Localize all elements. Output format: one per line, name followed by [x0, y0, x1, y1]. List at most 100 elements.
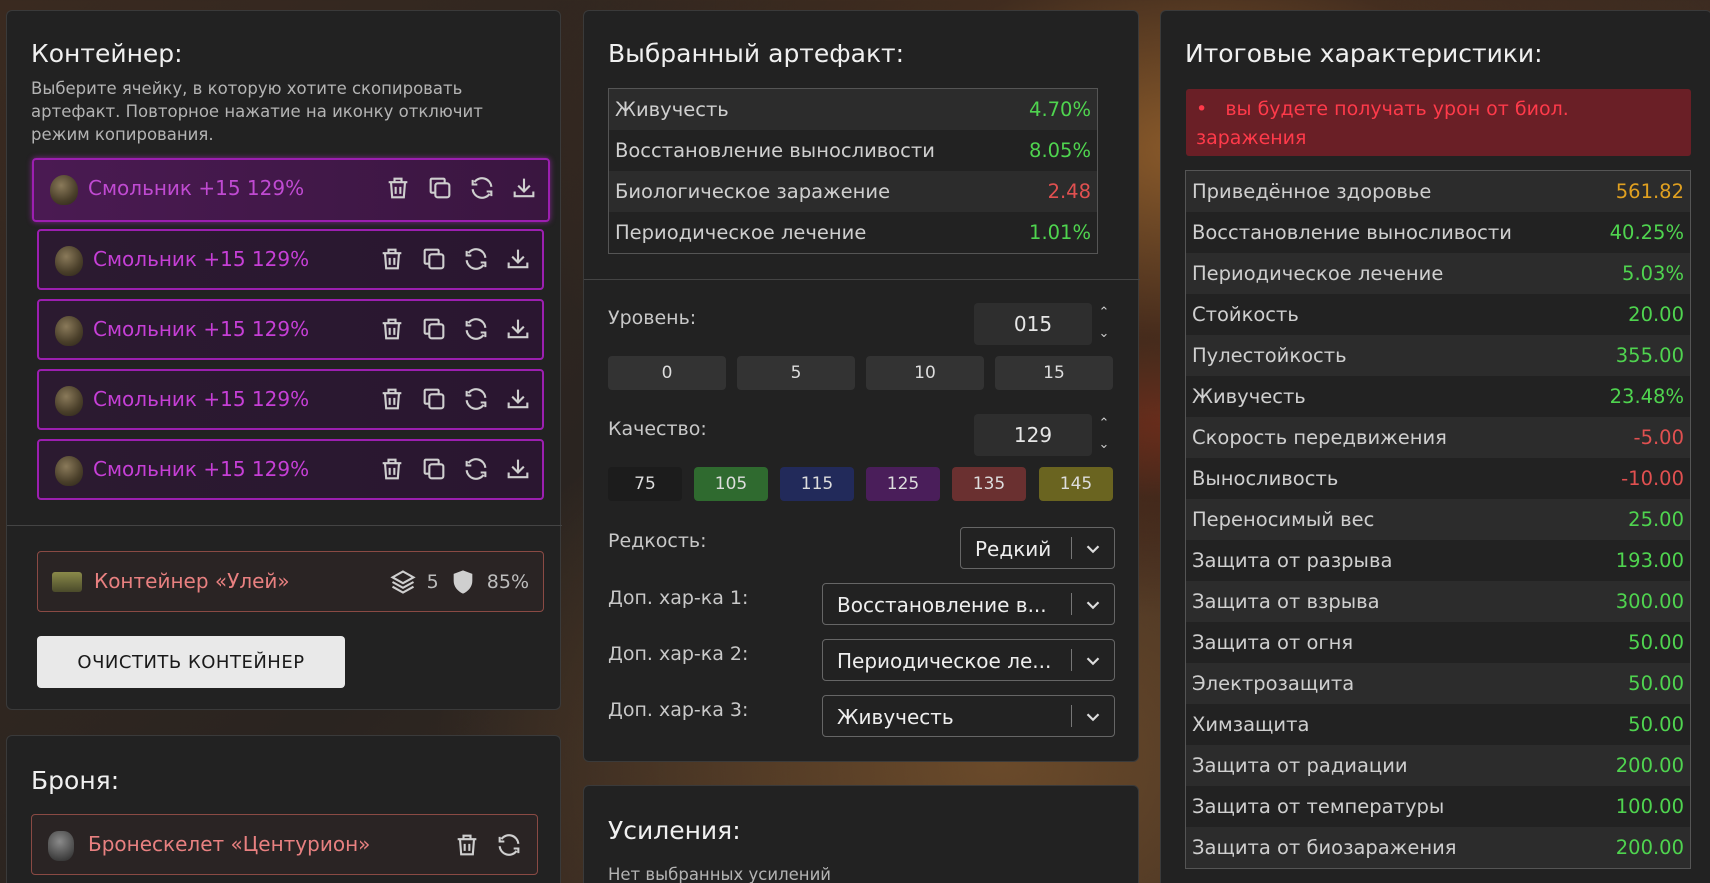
- download-icon[interactable]: [504, 315, 532, 343]
- artifact-slot-2[interactable]: Смольник +15 129%: [37, 229, 544, 290]
- boosts-panel: Усиления: Нет выбранных усилений: [583, 785, 1139, 883]
- quality-preset-75[interactable]: 75: [608, 467, 682, 501]
- clear-container-button[interactable]: ОЧИСТИТЬ КОНТЕЙНЕР: [37, 636, 345, 688]
- stat-value: -5.00: [1633, 426, 1684, 449]
- quality-up-icon[interactable]: ⌃: [1096, 417, 1112, 430]
- trash-icon[interactable]: [384, 174, 412, 202]
- copy-icon[interactable]: [420, 455, 448, 483]
- stat-value: 2.48: [1047, 180, 1091, 203]
- level-preset-0[interactable]: 0: [608, 356, 726, 390]
- armor-name: Бронескелет «Центурион»: [88, 832, 371, 856]
- container-capacity: 5: [426, 571, 439, 593]
- refresh-icon[interactable]: [462, 315, 490, 343]
- quality-down-icon[interactable]: ⌄: [1096, 438, 1112, 451]
- stat-name: Периодическое лечение: [615, 221, 867, 244]
- table-row: Приведённое здоровье 561.82: [1186, 171, 1690, 212]
- stat-name: Восстановление выносливости: [1192, 221, 1512, 244]
- table-row: Скорость передвижения -5.00: [1186, 417, 1690, 458]
- stat-name: Электрозащита: [1192, 672, 1355, 695]
- stat-value: 193.00: [1615, 549, 1684, 572]
- copy-icon[interactable]: [420, 385, 448, 413]
- refresh-icon[interactable]: [495, 831, 523, 859]
- slot-label: Смольник +15 129%: [93, 317, 310, 341]
- extra1-select[interactable]: Восстановление в...: [822, 583, 1115, 625]
- copy-icon[interactable]: [426, 174, 454, 202]
- table-row: Живучесть 4.70%: [609, 89, 1097, 130]
- container-protection: 85%: [486, 571, 529, 593]
- level-label: Уровень:: [608, 307, 697, 329]
- artifact-icon: [55, 456, 83, 486]
- download-icon[interactable]: [504, 455, 532, 483]
- stat-name: Живучесть: [615, 98, 729, 121]
- artifact-slot-3[interactable]: Смольник +15 129%: [37, 299, 544, 360]
- stat-value: 50.00: [1628, 672, 1684, 695]
- stat-value: 40.25%: [1609, 221, 1684, 244]
- stat-name: Защита от взрыва: [1192, 590, 1380, 613]
- table-row: Защита от температуры 100.00: [1186, 786, 1690, 827]
- stat-value: 5.03%: [1622, 262, 1684, 285]
- refresh-icon[interactable]: [462, 455, 490, 483]
- trash-icon[interactable]: [378, 385, 406, 413]
- artifact-icon: [55, 386, 83, 416]
- container-hint: Выберите ячейку, в которую хотите скопир…: [31, 79, 483, 144]
- bullet-icon: •: [1196, 98, 1226, 120]
- rarity-label: Редкость:: [608, 530, 707, 552]
- table-row: Электрозащита 50.00: [1186, 663, 1690, 704]
- quality-preset-115[interactable]: 115: [780, 467, 854, 501]
- refresh-icon[interactable]: [468, 174, 496, 202]
- stat-name: Переносимый вес: [1192, 508, 1375, 531]
- copy-icon[interactable]: [420, 315, 448, 343]
- quality-input[interactable]: 129: [974, 414, 1092, 456]
- stat-value: 200.00: [1615, 754, 1684, 777]
- artifact-icon: [55, 246, 83, 276]
- extra2-select[interactable]: Периодическое ле...: [822, 639, 1115, 681]
- stat-name: Пулестойкость: [1192, 344, 1347, 367]
- armor-item[interactable]: Бронескелет «Центурион»: [31, 814, 538, 875]
- artifact-slot-1[interactable]: Смольник +15 129%: [32, 158, 550, 222]
- level-preset-15[interactable]: 15: [995, 356, 1113, 390]
- stat-value: 20.00: [1628, 303, 1684, 326]
- refresh-icon[interactable]: [462, 245, 490, 273]
- select-separator: [1071, 705, 1072, 727]
- download-icon[interactable]: [504, 245, 532, 273]
- level-input[interactable]: 015: [974, 303, 1092, 345]
- trash-icon[interactable]: [453, 831, 481, 859]
- stat-value: 100.00: [1615, 795, 1684, 818]
- quality-preset-135[interactable]: 135: [952, 467, 1026, 501]
- level-up-icon[interactable]: ⌃: [1096, 306, 1112, 319]
- rarity-select[interactable]: Редкий: [960, 527, 1115, 569]
- artifact-title: Выбранный артефакт:: [608, 39, 905, 68]
- container-item[interactable]: Контейнер «Улей» 5 85%: [37, 551, 544, 612]
- copy-icon[interactable]: [420, 245, 448, 273]
- stat-value: 355.00: [1615, 344, 1684, 367]
- trash-icon[interactable]: [378, 455, 406, 483]
- stat-value: -10.00: [1621, 467, 1684, 490]
- artifact-slot-4[interactable]: Смольник +15 129%: [37, 369, 544, 430]
- chevron-down-icon: [1082, 650, 1104, 672]
- extra3-select[interactable]: Живучесть: [822, 695, 1115, 737]
- download-icon[interactable]: [504, 385, 532, 413]
- stat-name: Выносливость: [1192, 467, 1339, 490]
- stat-name: Защита от температуры: [1192, 795, 1445, 818]
- table-row: Периодическое лечение 5.03%: [1186, 253, 1690, 294]
- level-preset-5[interactable]: 5: [737, 356, 855, 390]
- shield-icon: [449, 568, 477, 596]
- table-row: Восстановление выносливости 40.25%: [1186, 212, 1690, 253]
- trash-icon[interactable]: [378, 315, 406, 343]
- artifact-slot-5[interactable]: Смольник +15 129%: [37, 439, 544, 500]
- trash-icon[interactable]: [378, 245, 406, 273]
- table-row: Защита от радиации 200.00: [1186, 745, 1690, 786]
- level-preset-10[interactable]: 10: [866, 356, 984, 390]
- quality-preset-105[interactable]: 105: [694, 467, 768, 501]
- armor-title: Броня:: [31, 766, 120, 795]
- quality-preset-145[interactable]: 145: [1039, 467, 1113, 501]
- quality-preset-125[interactable]: 125: [866, 467, 940, 501]
- stat-name: Защита от радиации: [1192, 754, 1408, 777]
- table-row: Защита от огня 50.00: [1186, 622, 1690, 663]
- download-icon[interactable]: [510, 174, 538, 202]
- boosts-empty-text: Нет выбранных усилений: [608, 865, 832, 883]
- level-down-icon[interactable]: ⌄: [1096, 327, 1112, 340]
- slot-label: Смольник +15 129%: [88, 176, 305, 200]
- refresh-icon[interactable]: [462, 385, 490, 413]
- artifact-stats-table: Живучесть 4.70% Восстановление выносливос…: [608, 88, 1098, 254]
